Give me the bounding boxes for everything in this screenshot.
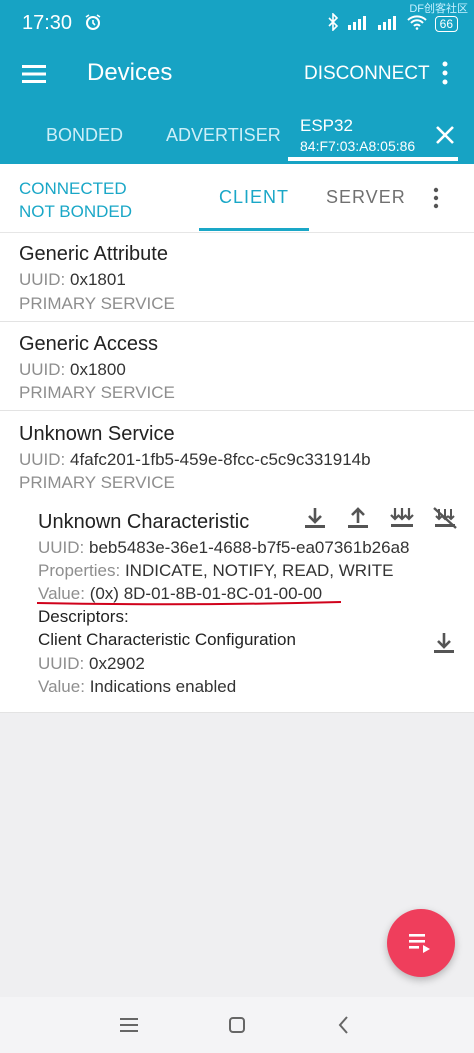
service-uuid-line: UUID: 0x1801 bbox=[19, 270, 126, 290]
characteristic-item[interactable]: Unknown Characteristic bbox=[38, 511, 249, 534]
descriptor-name[interactable]: Client Characteristic Configuration bbox=[38, 630, 296, 650]
service-uuid-line: UUID: 0x1800 bbox=[19, 360, 126, 380]
service-name: Generic Access bbox=[19, 333, 158, 355]
service-item[interactable]: Generic Attribute UUID: 0x1801 PRIMARY S… bbox=[0, 233, 474, 322]
uuid-label: UUID: bbox=[38, 538, 85, 557]
watermark: DF创客社区 bbox=[409, 3, 468, 15]
service-name: Unknown Service bbox=[19, 423, 175, 445]
tab-server[interactable]: SERVER bbox=[326, 187, 406, 208]
descriptors-label: Descriptors: bbox=[38, 607, 129, 626]
tab-esp32[interactable]: ESP32 84:F7:03:A8:05:86 bbox=[300, 116, 415, 154]
characteristic-uuid: beb5483e-36e1-4688-b7f5-ea07361b26a8 bbox=[89, 538, 410, 557]
service-uuid: 0x1800 bbox=[70, 360, 126, 379]
service-uuid-line: UUID: 4fafc201-1fb5-459e-8fcc-c5c9c33191… bbox=[19, 450, 371, 470]
tab-client[interactable]: CLIENT bbox=[219, 187, 289, 208]
battery-icon: 66 bbox=[434, 15, 458, 32]
service-uuid: 4fafc201-1fb5-459e-8fcc-c5c9c331914b bbox=[70, 450, 371, 469]
bluetooth-icon bbox=[327, 12, 339, 34]
menu-icon[interactable] bbox=[22, 64, 46, 89]
status-bar: 17:30 66 DF创客社区 bbox=[0, 0, 474, 46]
nav-back-icon[interactable] bbox=[337, 1015, 351, 1040]
disconnect-button[interactable]: DISCONNECT bbox=[304, 63, 430, 85]
signal-icon bbox=[377, 14, 399, 33]
notify-off-icon[interactable] bbox=[431, 506, 459, 535]
uuid-label: UUID: bbox=[38, 654, 85, 673]
signal-icon bbox=[347, 14, 369, 33]
bond-label: NOT BONDED bbox=[19, 202, 133, 221]
uuid-label: UUID: bbox=[19, 270, 66, 289]
characteristic-uuid-line: UUID: beb5483e-36e1-4688-b7f5-ea07361b26… bbox=[38, 538, 409, 558]
service-item[interactable]: Generic Access UUID: 0x1800 PRIMARY SERV… bbox=[0, 321, 474, 411]
characteristic-props: INDICATE, NOTIFY, READ, WRITE bbox=[124, 561, 394, 580]
uuid-label: UUID: bbox=[19, 450, 66, 469]
nav-menu-icon[interactable] bbox=[120, 1017, 140, 1038]
descriptor-uuid-line: UUID: 0x2902 bbox=[38, 654, 145, 674]
download-icon[interactable] bbox=[431, 631, 457, 660]
service-type: PRIMARY SERVICE bbox=[19, 473, 175, 492]
more-vert-icon[interactable] bbox=[432, 187, 440, 214]
close-icon[interactable] bbox=[434, 124, 456, 151]
device-mac: 84:F7:03:A8:05:86 bbox=[300, 138, 416, 154]
alarm-icon bbox=[84, 13, 102, 36]
wifi-icon bbox=[406, 14, 427, 33]
value-label: Value: bbox=[38, 677, 85, 696]
more-vert-icon[interactable] bbox=[441, 60, 449, 91]
page-title: Devices bbox=[87, 59, 173, 86]
service-type: PRIMARY SERVICE bbox=[19, 294, 175, 313]
characteristic-props-line: Properties: INDICATE, NOTIFY, READ, WRIT… bbox=[38, 561, 394, 581]
system-nav-bar bbox=[0, 997, 474, 1053]
multi-download-icon[interactable] bbox=[388, 506, 416, 535]
props-label: Properties: bbox=[38, 561, 121, 580]
list-icon bbox=[409, 933, 433, 958]
log-fab-button[interactable] bbox=[387, 909, 455, 977]
app-bar: Devices DISCONNECT bbox=[0, 46, 474, 104]
connected-label: CONNECTED bbox=[19, 179, 127, 198]
descriptor-uuid: 0x2902 bbox=[89, 654, 145, 673]
connection-status: CONNECTED NOT BONDED bbox=[19, 177, 132, 223]
descriptor-value-line: Value: Indications enabled bbox=[38, 677, 236, 697]
tab-advertiser[interactable]: ADVERTISER bbox=[166, 125, 281, 146]
uuid-label: UUID: bbox=[19, 360, 66, 379]
device-tabs: BONDED ADVERTISER ESP32 84:F7:03:A8:05:8… bbox=[0, 104, 474, 164]
status-time: 17:30 bbox=[22, 12, 73, 34]
tab-bonded[interactable]: BONDED bbox=[46, 125, 123, 146]
annotation-underline bbox=[36, 601, 342, 606]
service-uuid: 0x1801 bbox=[70, 270, 126, 289]
upload-icon[interactable] bbox=[345, 506, 371, 535]
device-name: ESP32 bbox=[300, 116, 353, 135]
characteristic-name: Unknown Characteristic bbox=[38, 511, 250, 533]
nav-home-icon[interactable] bbox=[228, 1016, 246, 1039]
service-name: Generic Attribute bbox=[19, 243, 168, 265]
descriptor-value: Indications enabled bbox=[89, 677, 237, 696]
tab-indicator bbox=[288, 157, 458, 161]
service-type: PRIMARY SERVICE bbox=[19, 383, 175, 402]
download-icon[interactable] bbox=[302, 506, 328, 535]
client-tab-indicator bbox=[199, 228, 309, 231]
